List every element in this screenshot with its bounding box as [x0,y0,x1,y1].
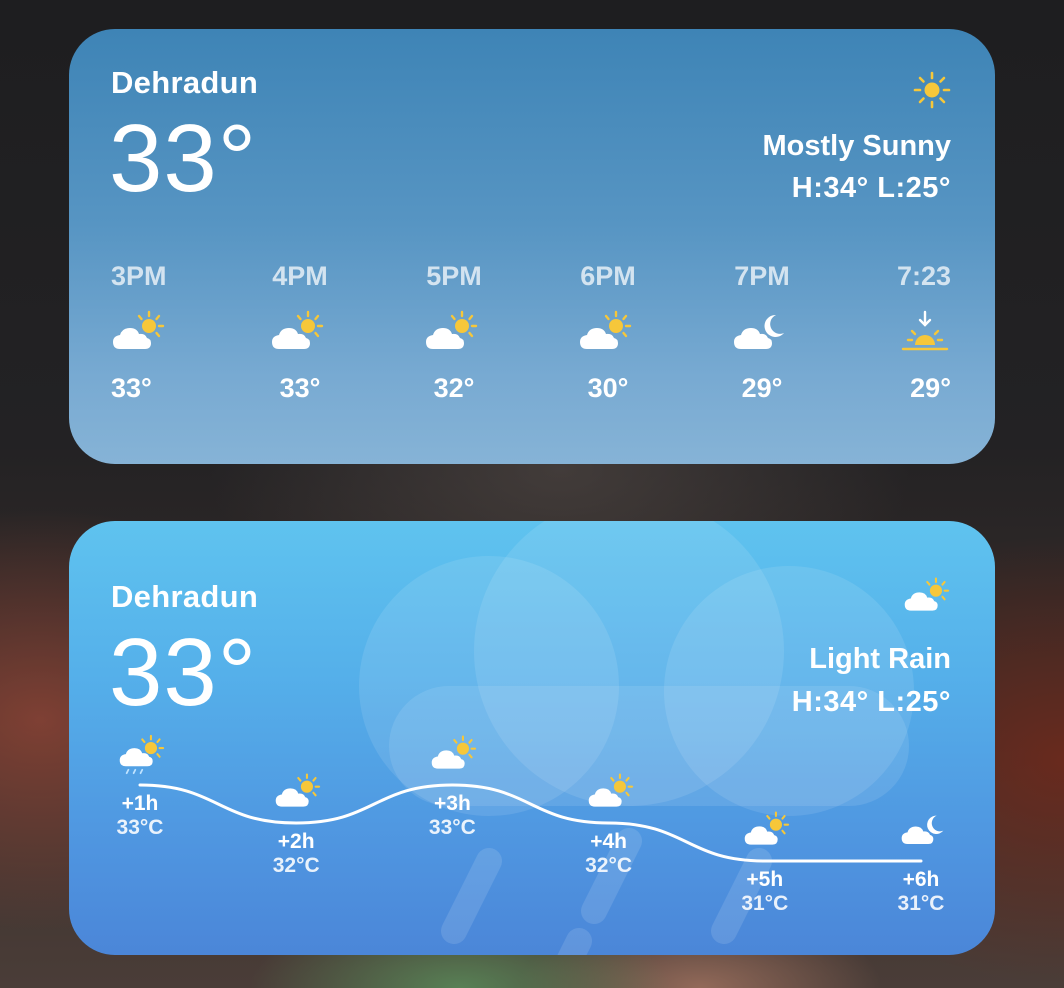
forecast-temp: 32°C [272,854,320,877]
hour-item: 7:23 29° [881,261,951,404]
city-name: Dehradun [111,65,259,100]
weather-widget-forecast[interactable]: Dehradun 33° Light Rain H:34° L:25° +1h … [69,521,995,955]
hour-temp: 33° [111,373,152,403]
sunset-icon [899,309,951,369]
hour-time: 7PM [734,261,790,291]
forecast-label: +6h 31°C [881,868,961,916]
hour-time: 4PM [272,261,328,291]
forecast-step: +4h [590,830,627,853]
sun-rain-icon [118,733,170,782]
hour-temp: 32° [433,373,475,403]
forecast-step: +3h [434,792,471,815]
sun-icon [913,71,951,114]
partly-sunny-icon [424,309,484,369]
partly-sunny-icon [578,309,638,369]
forecast-label: +4h 32°C [569,830,649,878]
forecast-step: +5h [746,868,784,891]
hour-temp: 29° [741,373,783,403]
hour-item: 6PM 30° [573,261,643,404]
hour-temp: 30° [587,373,629,403]
partly-sunny-icon [274,771,326,816]
forecast-label: +3h 33°C [412,792,492,840]
forecast-label: +2h 32°C [256,830,336,878]
partly-sunny-icon [270,309,330,369]
forecast-temp: 31°C [741,892,789,915]
forecast-temp: 33°C [116,816,164,839]
partly-cloudy-night-icon [732,309,792,369]
hour-temp: 29° [910,373,951,403]
partly-cloudy-night-icon [900,809,950,854]
forecast-label: +5h 31°C [725,868,805,916]
hourly-forecast: 3PM 33° 4PM 33° 5PM 32° 6PM 30° 7PM 29° … [111,261,951,404]
forecast-step: +6h [902,868,940,891]
hour-item: 3PM 33° [111,261,181,404]
hour-item: 5PM 32° [419,261,489,404]
condition-text: Mostly Sunny [762,130,951,162]
temperature-trend-line [138,783,923,863]
weather-widget-hourly[interactable]: Dehradun 33° Mostly Sunny H:34° L:25° 3P… [69,29,995,464]
forecast-temp: 32°C [585,854,633,877]
hour-item: 7PM 29° [727,261,797,404]
forecast-temp: 33°C [428,816,476,839]
hour-temp: 33° [279,373,321,403]
hour-time: 3PM [111,261,167,291]
partly-sunny-icon [430,733,482,778]
forecast-step: +1h [121,792,159,815]
hi-lo-text: H:34° L:25° [791,172,951,204]
partly-sunny-icon [111,309,171,369]
hour-time: 6PM [580,261,636,291]
hour-time: 5PM [426,261,482,291]
forecast-label: +1h 33°C [100,792,180,840]
forecast-temp: 31°C [897,892,945,915]
hour-time: 7:23 [896,261,951,291]
partly-sunny-icon [743,809,795,854]
current-temperature: 33° [109,105,258,212]
partly-sunny-icon [587,771,639,816]
forecast-step: +2h [277,830,315,853]
hour-item: 4PM 33° [265,261,335,404]
